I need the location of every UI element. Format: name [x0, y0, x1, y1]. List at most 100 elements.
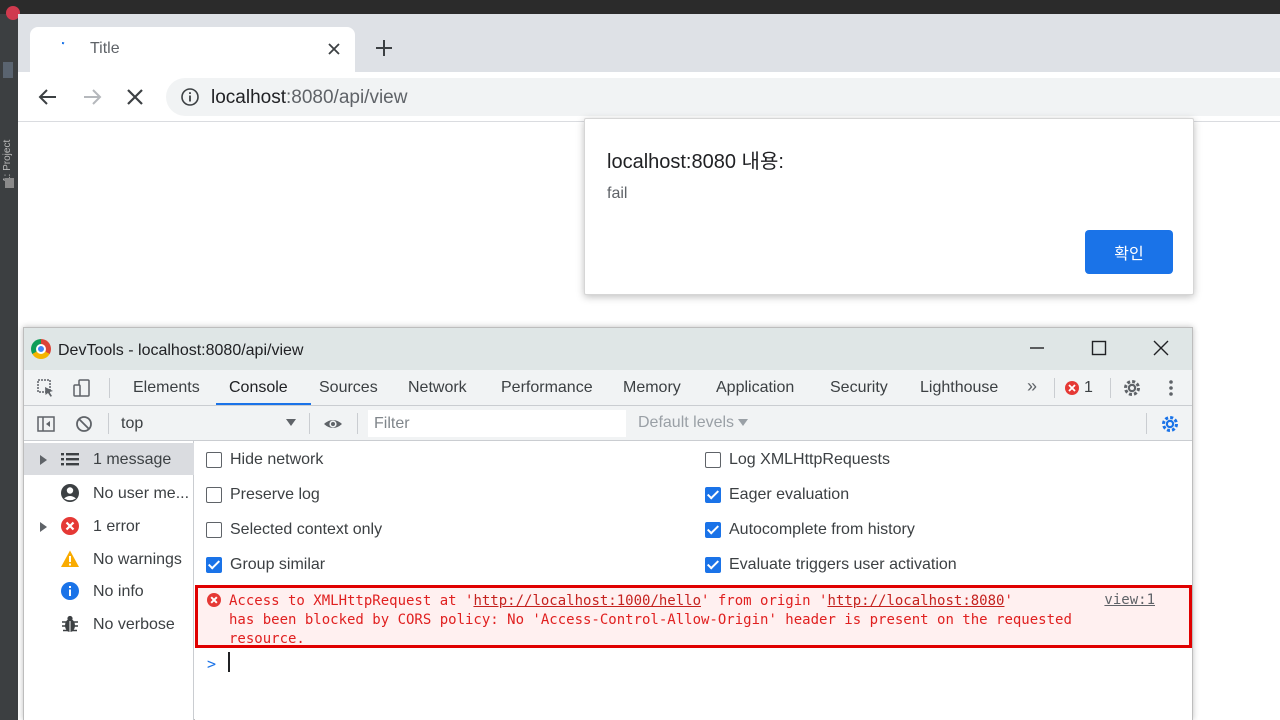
- ide-side-strip: 1: Project: [0, 6, 20, 720]
- tab-memory[interactable]: Memory: [623, 379, 681, 397]
- info-icon[interactable]: [180, 87, 200, 107]
- checkbox-label: Eager evaluation: [729, 486, 850, 503]
- checkbox-label: Evaluate triggers user activation: [729, 556, 957, 573]
- checkbox-box[interactable]: [705, 452, 721, 468]
- console-input-cursor[interactable]: [228, 652, 230, 672]
- list-icon: [61, 453, 79, 466]
- tab-console[interactable]: Console: [229, 379, 288, 397]
- url-path: :8080/api/view: [286, 87, 408, 108]
- show-sidebar-icon[interactable]: [36, 414, 56, 434]
- sidebar-item-warnings[interactable]: No warnings: [24, 543, 194, 575]
- ide-project-tab[interactable]: 1: Project: [2, 102, 16, 182]
- stop-loading-icon[interactable]: [122, 84, 148, 110]
- ide-top-bar: [0, 0, 1280, 14]
- log-levels-dropdown[interactable]: Default levels: [638, 414, 749, 432]
- expand-arrow-icon[interactable]: [40, 455, 47, 465]
- divider: [1054, 378, 1055, 398]
- divider: [309, 413, 310, 434]
- minimize-icon[interactable]: [1027, 338, 1047, 358]
- live-expression-eye-icon[interactable]: [323, 414, 343, 434]
- kebab-menu-icon[interactable]: [1161, 378, 1181, 398]
- checkbox-box[interactable]: [206, 522, 222, 538]
- address-bar[interactable]: localhost:8080/api/view: [166, 78, 1280, 116]
- checkbox-box[interactable]: [206, 487, 222, 503]
- sidebar-item-errors[interactable]: 1 error: [24, 510, 194, 542]
- checkbox-box-checked[interactable]: [206, 557, 222, 573]
- log-xmlhttprequests-checkbox[interactable]: Log XMLHttpRequests: [705, 450, 1105, 472]
- close-tab-icon[interactable]: [324, 39, 344, 59]
- forward-arrow-icon[interactable]: [79, 84, 105, 110]
- divider: [357, 413, 358, 434]
- error-icon: [61, 517, 79, 535]
- alert-dialog: localhost:8080 내용: fail 확인: [584, 118, 1194, 295]
- chrome-logo-icon: [31, 339, 51, 359]
- tab-lighthouse[interactable]: Lighthouse: [920, 379, 998, 397]
- error-icon: [207, 593, 221, 607]
- console-prompt-icon: >: [207, 655, 217, 673]
- settings-gear-icon[interactable]: [1122, 378, 1142, 398]
- maximize-icon[interactable]: [1089, 338, 1109, 358]
- more-tabs-chevron-icon[interactable]: »: [1027, 376, 1037, 397]
- console-settings-gear-icon[interactable]: [1160, 414, 1180, 434]
- error-x-glyph: [1068, 384, 1076, 392]
- error-counter[interactable]: 1: [1065, 379, 1101, 398]
- console-main: Hide network Preserve log Selected conte…: [195, 441, 1192, 720]
- error-request-link[interactable]: http://localhost:1000/hello: [473, 593, 701, 609]
- expand-arrow-icon[interactable]: [40, 522, 47, 532]
- error-origin-link[interactable]: http://localhost:8080: [827, 593, 1004, 609]
- sidebar-item-user-messages[interactable]: No user me...: [24, 477, 194, 509]
- error-count: 1: [1084, 379, 1093, 396]
- context-value: top: [121, 415, 144, 432]
- tab-application[interactable]: Application: [716, 379, 794, 397]
- preserve-log-checkbox[interactable]: Preserve log: [206, 485, 506, 507]
- checkbox-box-checked[interactable]: [705, 522, 721, 538]
- user-icon: [61, 484, 79, 502]
- close-window-icon[interactable]: [1151, 338, 1171, 358]
- alert-ok-button[interactable]: 확인: [1085, 230, 1173, 274]
- ide-toolwindow-icon[interactable]: [3, 62, 13, 78]
- sidebar-item-label: No user me...: [93, 485, 190, 502]
- browser-tab[interactable]: Title: [30, 27, 355, 72]
- tab-performance[interactable]: Performance: [501, 379, 593, 397]
- filter-input[interactable]: [368, 410, 626, 437]
- bug-icon: [62, 615, 78, 632]
- autocomplete-history-checkbox[interactable]: Autocomplete from history: [705, 520, 1105, 542]
- checkbox-box-checked[interactable]: [705, 487, 721, 503]
- sidebar-item-messages[interactable]: 1 message: [24, 443, 194, 475]
- sidebar-item-verbose[interactable]: No verbose: [24, 608, 194, 640]
- inspect-element-icon[interactable]: [36, 378, 56, 398]
- checkbox-label: Preserve log: [230, 486, 320, 503]
- checkbox-box[interactable]: [206, 452, 222, 468]
- context-selector[interactable]: top: [114, 409, 302, 437]
- checkbox-label: Selected context only: [230, 521, 383, 538]
- divider: [1110, 378, 1111, 398]
- checkbox-box-checked[interactable]: [705, 557, 721, 573]
- dropdown-caret-icon: [738, 419, 749, 427]
- tab-title: Title: [90, 40, 120, 57]
- log-levels-label: Default levels: [638, 414, 735, 431]
- clear-console-icon[interactable]: [74, 414, 94, 434]
- group-similar-checkbox[interactable]: Group similar: [206, 555, 506, 577]
- evaluate-triggers-checkbox[interactable]: Evaluate triggers user activation: [705, 555, 1105, 577]
- error-source-link[interactable]: view:1: [1104, 592, 1155, 608]
- eager-evaluation-checkbox[interactable]: Eager evaluation: [705, 485, 1105, 507]
- checkbox-label: Log XMLHttpRequests: [729, 451, 890, 468]
- divider: [109, 378, 110, 398]
- device-toolbar-icon[interactable]: [72, 378, 92, 398]
- selected-context-only-checkbox[interactable]: Selected context only: [206, 520, 506, 542]
- tab-security[interactable]: Security: [830, 379, 888, 397]
- back-arrow-icon[interactable]: [35, 84, 61, 110]
- checkbox-label: Hide network: [230, 451, 324, 468]
- tab-elements[interactable]: Elements: [133, 379, 200, 397]
- tab-sources[interactable]: Sources: [319, 379, 378, 397]
- address-url: localhost:8080/api/view: [211, 87, 407, 109]
- alert-message: fail: [607, 185, 628, 202]
- hide-network-checkbox[interactable]: Hide network: [206, 450, 506, 472]
- sidebar-item-info[interactable]: No info: [24, 575, 194, 607]
- new-tab-icon[interactable]: [372, 36, 396, 60]
- dropdown-caret-icon: [286, 419, 296, 426]
- alert-title: localhost:8080 내용:: [607, 151, 784, 173]
- sidebar-item-label: 1 error: [93, 518, 141, 535]
- checkbox-label: Autocomplete from history: [729, 521, 915, 538]
- tab-network[interactable]: Network: [408, 379, 467, 397]
